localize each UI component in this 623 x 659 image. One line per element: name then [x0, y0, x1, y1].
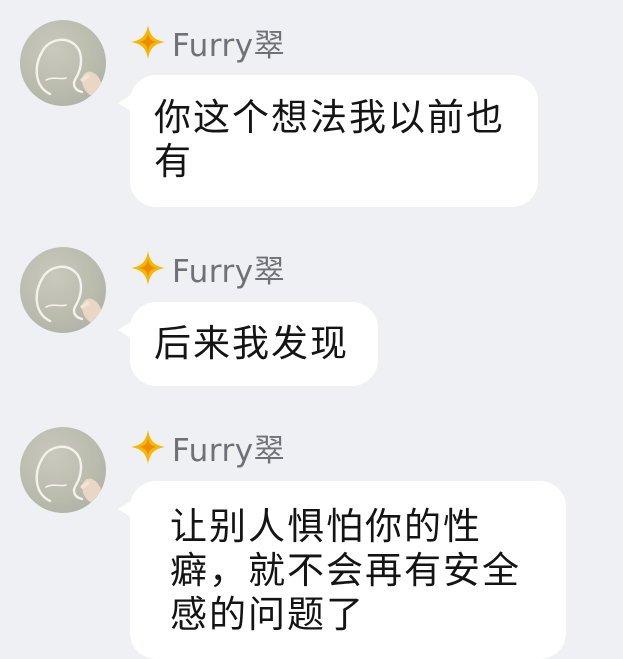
orange-diamond-star-icon: [130, 24, 166, 60]
sender-name-row: Furry翠: [130, 20, 285, 65]
sender-name[interactable]: Furry翠: [172, 246, 285, 291]
message-bubble[interactable]: 让别人惧怕你的性癖，就不会再有安全感的问题了: [118, 481, 566, 659]
message-bubble[interactable]: 你这个想法我以前也有: [118, 75, 538, 207]
orange-diamond-star-icon: [130, 429, 166, 465]
sender-name-row: Furry翠: [130, 246, 285, 291]
sketch-figure-icon: [35, 265, 102, 324]
sender-name[interactable]: Furry翠: [172, 20, 285, 65]
sender-avatar[interactable]: [20, 427, 106, 513]
sender-name[interactable]: Furry翠: [172, 425, 285, 470]
orange-diamond-star-icon: [130, 250, 166, 286]
message-bubble[interactable]: 后来我发现: [118, 302, 378, 386]
sketch-figure-icon: [35, 445, 102, 504]
sender-name-row: Furry翠: [130, 425, 285, 470]
sender-avatar[interactable]: [20, 247, 106, 333]
sketch-figure-icon: [35, 38, 102, 97]
sender-avatar[interactable]: [20, 20, 106, 106]
